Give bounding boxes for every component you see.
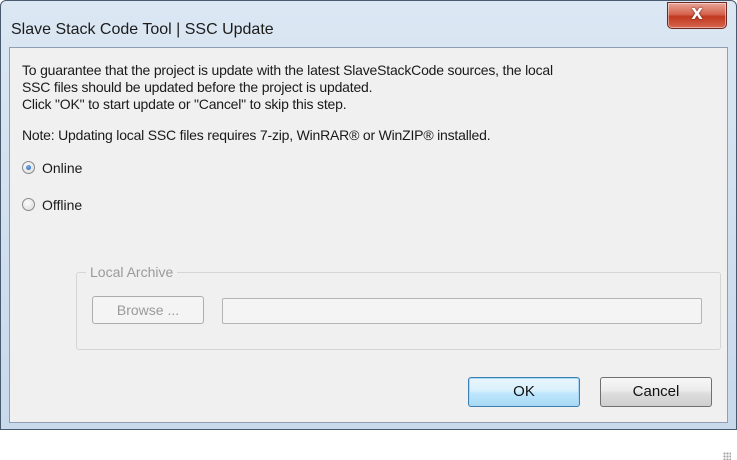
cancel-button[interactable]: Cancel (600, 377, 712, 407)
browse-button[interactable]: Browse ... (92, 296, 204, 324)
resize-grip-icon[interactable] (723, 452, 731, 460)
online-radio-button[interactable] (22, 161, 35, 174)
ok-button[interactable]: OK (468, 377, 580, 407)
message-line-2: SSC files should be updated before the p… (22, 79, 373, 95)
offline-label[interactable]: Offline (42, 197, 82, 213)
title-bar[interactable]: Slave Stack Code Tool | SSC Update X (1, 1, 736, 47)
local-archive-legend: Local Archive (86, 264, 178, 280)
close-icon: X (691, 5, 703, 23)
online-label[interactable]: Online (42, 160, 82, 176)
offline-radio-button[interactable] (22, 198, 35, 211)
message-line-3: Click "OK" to start update or "Cancel" t… (22, 96, 347, 112)
close-button[interactable]: X (667, 2, 727, 29)
window-title: Slave Stack Code Tool | SSC Update (11, 21, 274, 38)
dialog-content: To guarantee that the project is update … (9, 47, 731, 460)
message-line-1: To guarantee that the project is update … (22, 62, 553, 78)
dialog-window: Slave Stack Code Tool | SSC Update X To … (0, 0, 737, 460)
archive-path-field[interactable] (222, 298, 702, 324)
note-text: Note: Updating local SSC files requires … (22, 127, 491, 143)
